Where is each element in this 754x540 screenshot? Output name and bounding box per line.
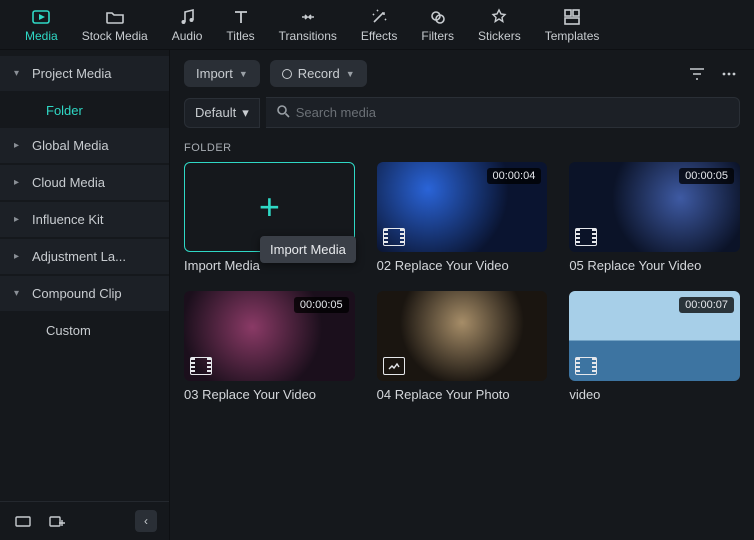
card-title: video xyxy=(569,387,740,402)
tab-label: Audio xyxy=(172,29,203,43)
button-label: Record xyxy=(298,66,340,81)
tab-label: Templates xyxy=(545,29,600,43)
sidebar-sub-folder[interactable]: Folder xyxy=(0,93,169,128)
video-type-icon xyxy=(575,228,597,246)
duration-badge: 00:00:07 xyxy=(679,297,734,313)
tab-titles[interactable]: Titles xyxy=(216,3,264,47)
sort-label: Default xyxy=(195,105,236,120)
media-thumbnail[interactable]: 00:00:04 xyxy=(377,162,548,252)
sort-dropdown[interactable]: Default ▾ xyxy=(184,98,260,128)
media-thumbnail[interactable]: 00:00:07 xyxy=(569,291,740,381)
sidebar-item-influence-kit[interactable]: ▸ Influence Kit xyxy=(0,202,169,237)
chevron-right-icon: ▸ xyxy=(14,214,24,225)
sidebar-item-label: Custom xyxy=(46,323,91,338)
filters-icon xyxy=(428,7,448,27)
duration-badge: 00:00:05 xyxy=(679,168,734,184)
chevron-down-icon: ▾ xyxy=(242,105,249,121)
sidebar-item-label: Project Media xyxy=(32,66,111,81)
media-thumbnail[interactable]: 00:00:05 xyxy=(184,291,355,381)
tab-label: Stickers xyxy=(478,29,521,43)
sidebar-item-global-media[interactable]: ▸ Global Media xyxy=(0,128,169,163)
tab-label: Filters xyxy=(421,29,454,43)
collapse-sidebar-button[interactable]: ‹ xyxy=(135,510,157,532)
card-video: 00:00:05 03 Replace Your Video xyxy=(184,291,355,402)
tab-effects[interactable]: Effects xyxy=(351,3,407,47)
card-video: 00:00:04 02 Replace Your Video xyxy=(377,162,548,273)
magic-wand-icon xyxy=(369,7,389,27)
sidebar-item-adjustment-layer[interactable]: ▸ Adjustment La... xyxy=(0,239,169,274)
content-toolbar: Import ▼ Record ▼ xyxy=(170,50,754,97)
more-icon[interactable] xyxy=(718,63,740,85)
sidebar-sub-custom[interactable]: Custom xyxy=(0,313,169,348)
tab-label: Stock Media xyxy=(82,29,148,43)
card-title: 02 Replace Your Video xyxy=(377,258,548,273)
tab-filters[interactable]: Filters xyxy=(411,3,464,47)
sidebar-item-cloud-media[interactable]: ▸ Cloud Media xyxy=(0,165,169,200)
duration-badge: 00:00:04 xyxy=(487,168,542,184)
tab-templates[interactable]: Templates xyxy=(535,3,610,47)
search-input[interactable] xyxy=(290,102,729,123)
sidebar-item-label: Influence Kit xyxy=(32,212,104,227)
record-icon xyxy=(282,69,292,79)
video-type-icon xyxy=(383,228,405,246)
duration-badge: 00:00:05 xyxy=(294,297,349,313)
card-import: + Import Media Import Media xyxy=(184,162,355,273)
sidebar-item-label: Compound Clip xyxy=(32,286,122,301)
tab-label: Titles xyxy=(226,29,254,43)
chevron-down-icon: ▾ xyxy=(14,68,24,79)
tab-stock-media[interactable]: Stock Media xyxy=(72,3,158,47)
media-icon xyxy=(31,7,51,27)
chevron-down-icon: ▾ xyxy=(14,288,24,299)
chevron-right-icon: ▸ xyxy=(14,140,24,151)
video-type-icon xyxy=(190,357,212,375)
sidebar-item-label: Cloud Media xyxy=(32,175,105,190)
card-photo: 04 Replace Your Photo xyxy=(377,291,548,402)
sidebar-item-project-media[interactable]: ▾ Project Media xyxy=(0,56,169,91)
templates-icon xyxy=(562,7,582,27)
tooltip: Import Media xyxy=(260,236,356,263)
card-title: 05 Replace Your Video xyxy=(569,258,740,273)
folder-icon xyxy=(105,7,125,27)
media-grid: + Import Media Import Media 00:00:04 02 … xyxy=(170,162,754,402)
stickers-icon xyxy=(489,7,509,27)
card-title: 04 Replace Your Photo xyxy=(377,387,548,402)
image-type-icon xyxy=(383,357,405,375)
button-label: Import xyxy=(196,66,233,81)
tab-stickers[interactable]: Stickers xyxy=(468,3,531,47)
transitions-icon xyxy=(298,7,318,27)
tab-media[interactable]: Media xyxy=(15,3,68,47)
sidebar: ▾ Project Media Folder ▸ Global Media ▸ … xyxy=(0,50,170,540)
import-button[interactable]: Import ▼ xyxy=(184,60,260,87)
media-thumbnail[interactable] xyxy=(377,291,548,381)
top-tabs: Media Stock Media Audio Titles Transitio… xyxy=(0,0,754,50)
chevron-down-icon: ▼ xyxy=(239,69,248,79)
tab-label: Transitions xyxy=(279,29,337,43)
sidebar-item-label: Adjustment La... xyxy=(32,249,126,264)
record-button[interactable]: Record ▼ xyxy=(270,60,367,87)
tab-audio[interactable]: Audio xyxy=(162,3,213,47)
sidebar-item-label: Folder xyxy=(46,103,83,118)
filter-icon[interactable] xyxy=(686,63,708,85)
card-video: 00:00:07 video xyxy=(569,291,740,402)
new-folder-icon[interactable] xyxy=(12,510,34,532)
chevron-right-icon: ▸ xyxy=(14,251,24,262)
tab-transitions[interactable]: Transitions xyxy=(269,3,347,47)
plus-icon: + xyxy=(259,186,280,228)
tab-label: Media xyxy=(25,29,58,43)
new-item-icon[interactable] xyxy=(46,510,68,532)
text-icon xyxy=(231,7,251,27)
chevron-down-icon: ▼ xyxy=(346,69,355,79)
video-type-icon xyxy=(575,357,597,375)
sidebar-item-compound-clip[interactable]: ▾ Compound Clip xyxy=(0,276,169,311)
card-video: 00:00:05 05 Replace Your Video xyxy=(569,162,740,273)
sidebar-item-label: Global Media xyxy=(32,138,109,153)
section-label: FOLDER xyxy=(170,138,754,162)
music-note-icon xyxy=(177,7,197,27)
tab-label: Effects xyxy=(361,29,397,43)
media-thumbnail[interactable]: 00:00:05 xyxy=(569,162,740,252)
card-title: 03 Replace Your Video xyxy=(184,387,355,402)
chevron-right-icon: ▸ xyxy=(14,177,24,188)
search-icon xyxy=(276,104,290,121)
